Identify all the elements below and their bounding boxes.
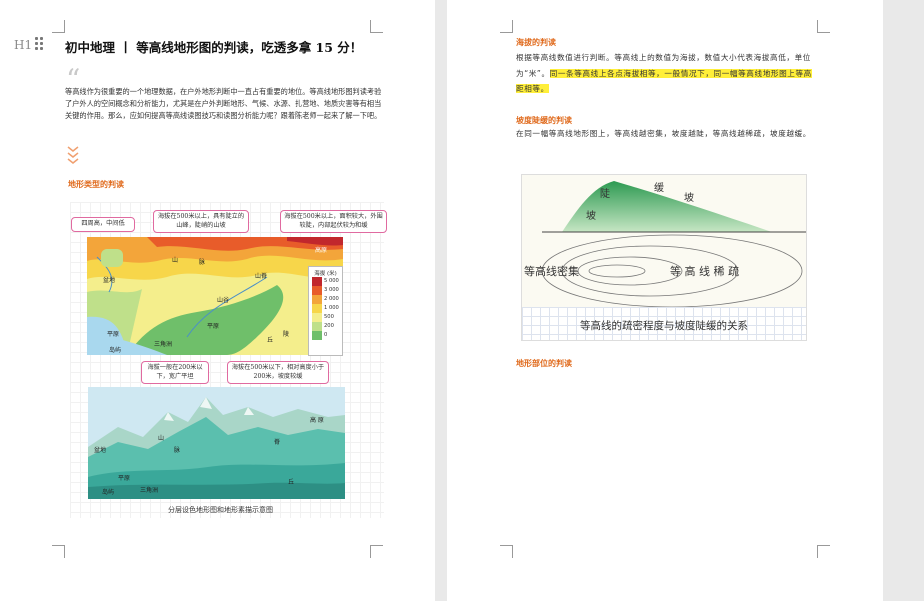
legend-row: 200	[309, 322, 342, 331]
drag-handle-icon[interactable]	[35, 37, 45, 51]
slope-paragraph[interactable]: 在同一幅等高线地形图上，等高线越密集，坡度越陡，等高线越稀疏，坡度越缓。	[516, 126, 814, 142]
relief-label-range: 脉	[174, 447, 181, 454]
section-heading-altitude[interactable]: 海拔的判读	[516, 37, 556, 48]
legend-value: 200	[324, 323, 334, 329]
map-label-hills: 丘	[267, 337, 274, 344]
slope-contour-figure: 陡 坡 缓 坡 等高线密集 等 高 线 稀 疏 等高线的疏密程度与坡度陡缓的关系	[521, 174, 807, 341]
map-label-range: 脉	[199, 259, 206, 266]
heading-level-icon[interactable]: H1	[14, 38, 32, 52]
relief-sketch: 山 脉 高 原 盆地 平原 三角洲 岛屿 丘 脊	[88, 387, 345, 499]
relief-label-plateau: 高 原	[310, 417, 324, 424]
map-label-delta: 三角洲	[154, 341, 173, 348]
crop-mark	[370, 545, 383, 558]
relief-label-ridge: 脊	[274, 439, 281, 446]
legend-value: 2 000	[324, 296, 339, 302]
crop-mark	[52, 20, 65, 33]
map-label-plain: 平原	[207, 323, 220, 330]
layered-color-map: 盆地 山 脉 山脊 高原 山谷 平原 平原 三角洲 岛屿 丘 陵	[87, 237, 343, 355]
map-label-valley: 山谷	[217, 297, 230, 304]
section-heading-terrain-parts[interactable]: 地形部位的判读	[516, 358, 572, 369]
legend-swatch	[312, 277, 322, 286]
section-heading-landform-types[interactable]: 地形类型的判读	[68, 179, 124, 190]
legend-swatch	[312, 313, 322, 322]
legend-row: 0	[309, 331, 342, 340]
callout-hills: 海拔在500米以下，相对高度小于200米，坡度较缓	[227, 361, 329, 384]
map-label-hills-2: 陵	[283, 331, 290, 338]
map-label-island: 岛屿	[109, 347, 122, 354]
legend-value: 1 000	[324, 305, 339, 311]
callout-basin: 四周高，中间低	[71, 217, 135, 232]
relief-label-basin: 盆地	[94, 447, 107, 454]
chevron-down-icon	[67, 146, 79, 164]
legend-title: 海拔 (米)	[314, 271, 337, 277]
legend-row: 3 000	[309, 286, 342, 295]
callout-plain: 海拔一般在200米以下，宽广平坦	[141, 361, 209, 384]
figure-caption[interactable]: 分层设色地形图和地形素描示意图	[168, 505, 273, 515]
relief-label-island: 岛屿	[102, 489, 115, 496]
label-steep-2: 坡	[586, 211, 596, 222]
crop-mark	[500, 20, 513, 33]
relief-label-hills: 丘	[288, 479, 295, 486]
relief-label-mountain: 山	[158, 435, 165, 442]
relief-label-plain: 平原	[118, 475, 131, 482]
crop-mark	[370, 20, 383, 33]
section-heading-slope[interactable]: 坡度陡缓的判读	[516, 115, 572, 126]
elevation-legend: 海拔 (米) 5 000 3 000 2 000 1 000 500 200 0	[308, 266, 343, 356]
label-gentle: 缓	[654, 183, 664, 194]
relief-label-delta: 三角洲	[140, 487, 159, 494]
label-dense-contours: 等高线密集	[524, 265, 579, 278]
page-title[interactable]: 初中地理 丨 等高线地形图的判读，吃透多拿 15 分！	[65, 37, 362, 56]
crop-mark	[817, 20, 830, 33]
legend-swatch	[312, 331, 322, 340]
crop-mark	[817, 545, 830, 558]
legend-swatch	[312, 304, 322, 313]
legend-value: 500	[324, 314, 334, 320]
altitude-paragraph[interactable]: 根据等高线数值进行判断。等高线上的数值为海拔，数值大小代表海拔高低，单位为“米”…	[516, 50, 814, 97]
map-label-basin: 盆地	[103, 277, 116, 284]
slope-figure-caption: 等高线的疏密程度与坡度陡缓的关系	[580, 320, 748, 332]
legend-swatch	[312, 295, 322, 304]
legend-swatch	[312, 322, 322, 331]
legend-row: 500	[309, 313, 342, 322]
map-label-plain-2: 平原	[107, 331, 120, 338]
legend-value: 5 000	[324, 278, 339, 284]
label-steep: 陡	[600, 189, 610, 200]
map-label-plateau: 高原	[315, 247, 328, 254]
callout-mountain: 海拔在500米以上，具有陡立的山峰，陡峭的山坡	[153, 210, 249, 233]
legend-value: 0	[324, 332, 328, 338]
label-sparse-contours: 等 高 线 稀 疏	[670, 265, 739, 278]
crop-mark	[52, 545, 65, 558]
map-label-ridge: 山脊	[255, 273, 268, 280]
label-gentle-2: 坡	[684, 193, 694, 204]
legend-row: 5 000	[309, 277, 342, 286]
legend-row: 2 000	[309, 295, 342, 304]
altitude-text-highlight: 同一条等高线上各点海拔相等，一般情况下，同一幅等高线地形图上等高距相等。	[516, 68, 812, 93]
intro-paragraph[interactable]: 等高线作为很重要的一个地理数据，在户外地形判断中一直占有重要的地位。等高线地形图…	[65, 86, 385, 122]
crop-mark	[500, 545, 513, 558]
callout-plateau: 海拔在500米以上，面积较大，外围较陡，内部起伏较为和缓	[280, 210, 387, 233]
legend-value: 3 000	[324, 287, 339, 293]
map-label-mountain: 山	[172, 257, 179, 264]
legend-row: 1 000	[309, 304, 342, 313]
legend-swatch	[312, 286, 322, 295]
